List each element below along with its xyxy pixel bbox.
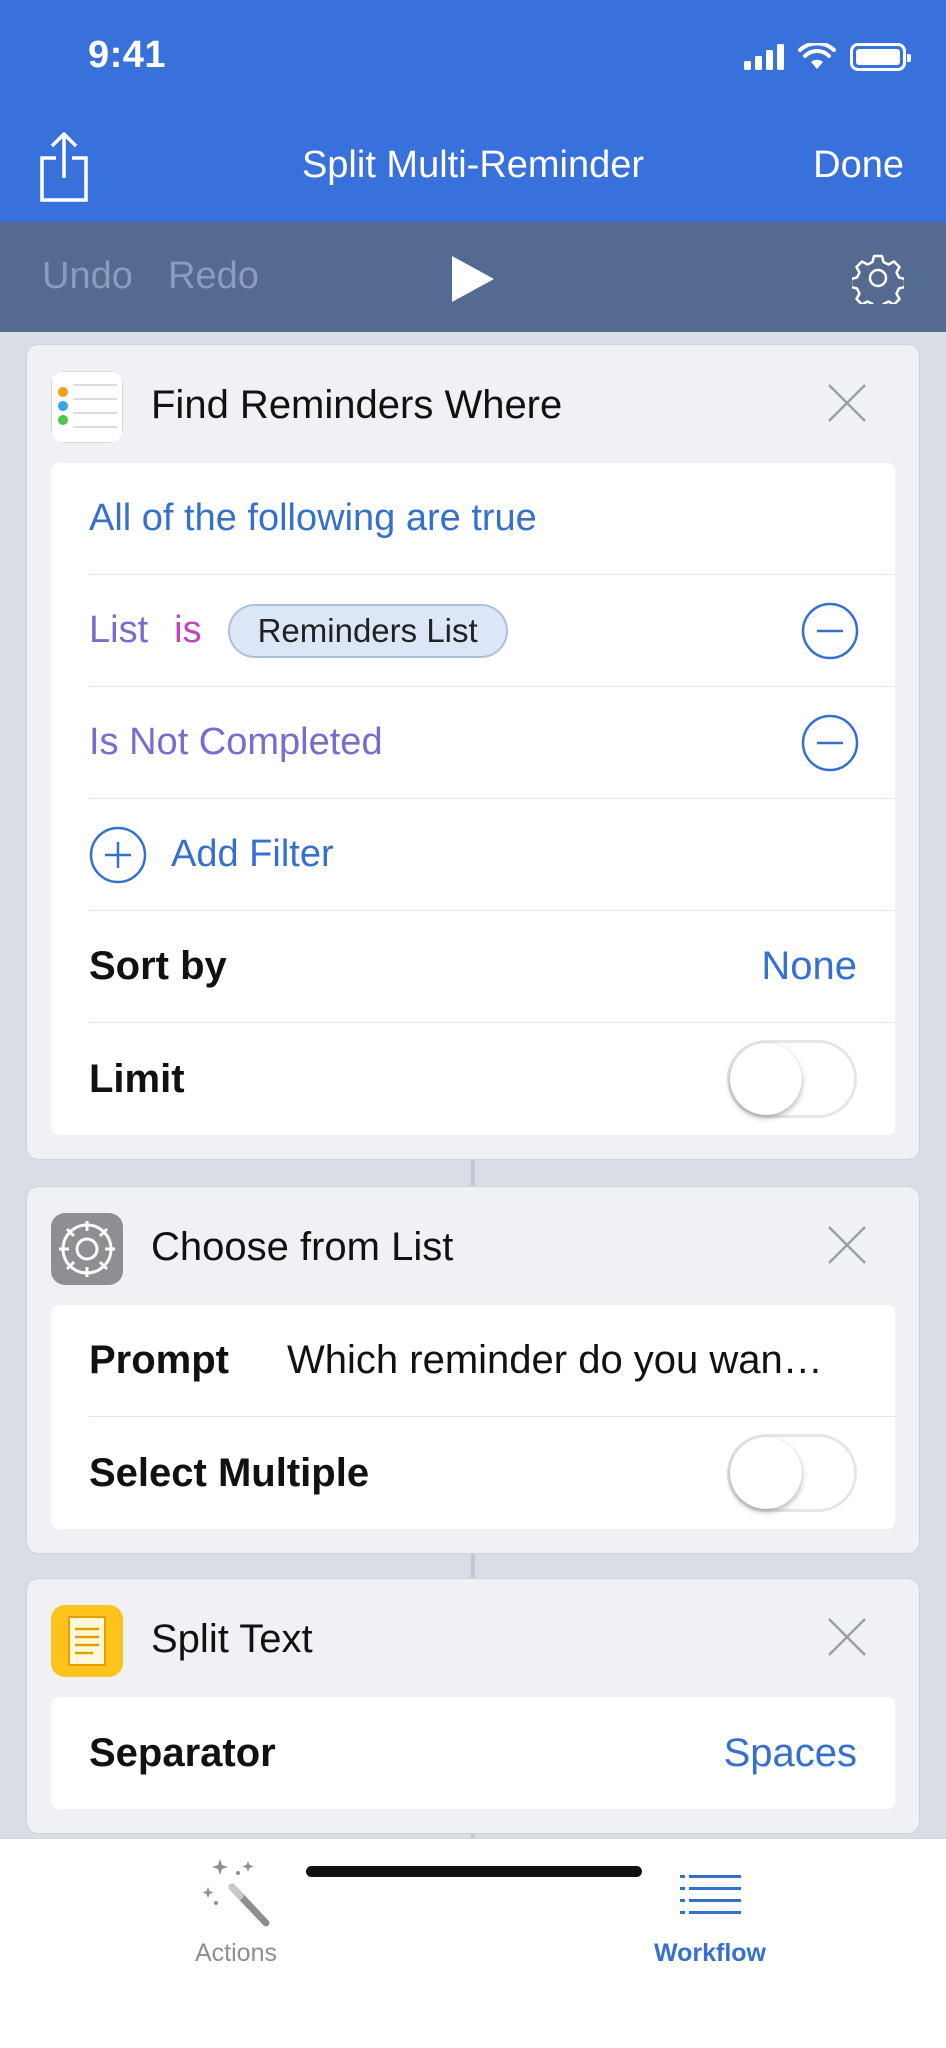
add-filter-button[interactable]: Add Filter xyxy=(171,833,334,876)
home-indicator xyxy=(306,1866,642,1877)
close-icon[interactable] xyxy=(827,1617,867,1657)
filter-property[interactable]: List xyxy=(89,609,148,652)
battery-icon xyxy=(850,43,911,71)
action-parameters: All of the following are true List is Re… xyxy=(51,463,895,1135)
tab-actions-label: Actions xyxy=(195,1939,277,1967)
prompt-label: Prompt xyxy=(89,1338,229,1382)
notes-app-icon xyxy=(51,1605,123,1677)
cellular-signal-icon xyxy=(744,44,784,70)
add-filter-row[interactable]: Add Filter xyxy=(89,799,895,911)
filter-operator[interactable]: is xyxy=(174,609,201,652)
gear-icon[interactable] xyxy=(852,252,904,304)
action-title: Find Reminders Where xyxy=(151,383,563,427)
limit-toggle[interactable] xyxy=(727,1040,857,1118)
limit-label: Limit xyxy=(89,1056,185,1101)
filter-value-token[interactable]: Reminders List xyxy=(227,603,508,658)
filter-row[interactable]: Is Not Completed xyxy=(89,687,895,799)
select-multiple-label: Select Multiple xyxy=(89,1450,370,1495)
prompt-value[interactable]: Which reminder do you wan… xyxy=(287,1338,857,1383)
close-icon[interactable] xyxy=(827,1225,867,1265)
select-multiple-toggle[interactable] xyxy=(727,1434,857,1512)
match-mode-label: All of the following are true xyxy=(89,497,537,539)
sort-label: Sort by xyxy=(89,944,227,988)
tab-workflow-label: Workflow xyxy=(653,1939,767,1967)
separator-value[interactable]: Spaces xyxy=(724,1731,857,1776)
action-split-text[interactable]: Split Text Separator Spaces xyxy=(26,1578,920,1834)
action-connector xyxy=(471,1550,475,1578)
reminders-app-icon xyxy=(51,371,123,443)
separator-row[interactable]: Separator Spaces xyxy=(89,1697,895,1809)
action-title: Choose from List xyxy=(151,1225,454,1269)
limit-row: Limit xyxy=(89,1023,895,1135)
done-button[interactable]: Done xyxy=(813,144,904,187)
workflow-title: Split Multi-Reminder xyxy=(301,144,645,186)
prompt-row[interactable]: Prompt Which reminder do you wan… xyxy=(89,1305,895,1417)
action-parameters: Prompt Which reminder do you wan… Select… xyxy=(51,1305,895,1529)
plus-circle-icon[interactable] xyxy=(89,826,147,884)
wifi-icon xyxy=(798,43,836,69)
editor-toolbar: Undo Redo xyxy=(0,222,946,332)
action-parameters: Separator Spaces xyxy=(51,1697,895,1809)
gear-app-icon xyxy=(51,1213,123,1285)
status-time: 9:41 xyxy=(88,34,167,76)
workflow-canvas[interactable]: Find Reminders Where All of the followin… xyxy=(0,332,946,1838)
action-title: Split Text xyxy=(151,1617,313,1661)
undo-button[interactable]: Undo xyxy=(42,255,133,298)
header: 9:41 Split Multi-Reminder Done xyxy=(0,0,946,222)
action-choose-from-list[interactable]: Choose from List Prompt Which reminder d… xyxy=(26,1186,920,1554)
sort-row[interactable]: Sort by None xyxy=(89,911,895,1023)
magic-wand-icon xyxy=(202,1859,270,1927)
close-icon[interactable] xyxy=(827,383,867,423)
status-icons xyxy=(744,40,911,74)
separator-label: Separator xyxy=(89,1730,276,1775)
list-icon xyxy=(680,1875,741,1914)
action-find-reminders[interactable]: Find Reminders Where All of the followin… xyxy=(26,344,920,1160)
redo-button[interactable]: Redo xyxy=(168,255,259,298)
action-connector xyxy=(471,1158,475,1186)
sort-value[interactable]: None xyxy=(761,944,857,989)
filter-row[interactable]: List is Reminders List xyxy=(89,575,895,687)
match-mode-row[interactable]: All of the following are true xyxy=(89,463,895,575)
play-icon[interactable] xyxy=(450,254,496,304)
minus-circle-icon[interactable] xyxy=(801,714,859,772)
filter-property[interactable]: Is Not Completed xyxy=(89,721,383,764)
minus-circle-icon[interactable] xyxy=(801,602,859,660)
select-multiple-row: Select Multiple xyxy=(89,1417,895,1529)
